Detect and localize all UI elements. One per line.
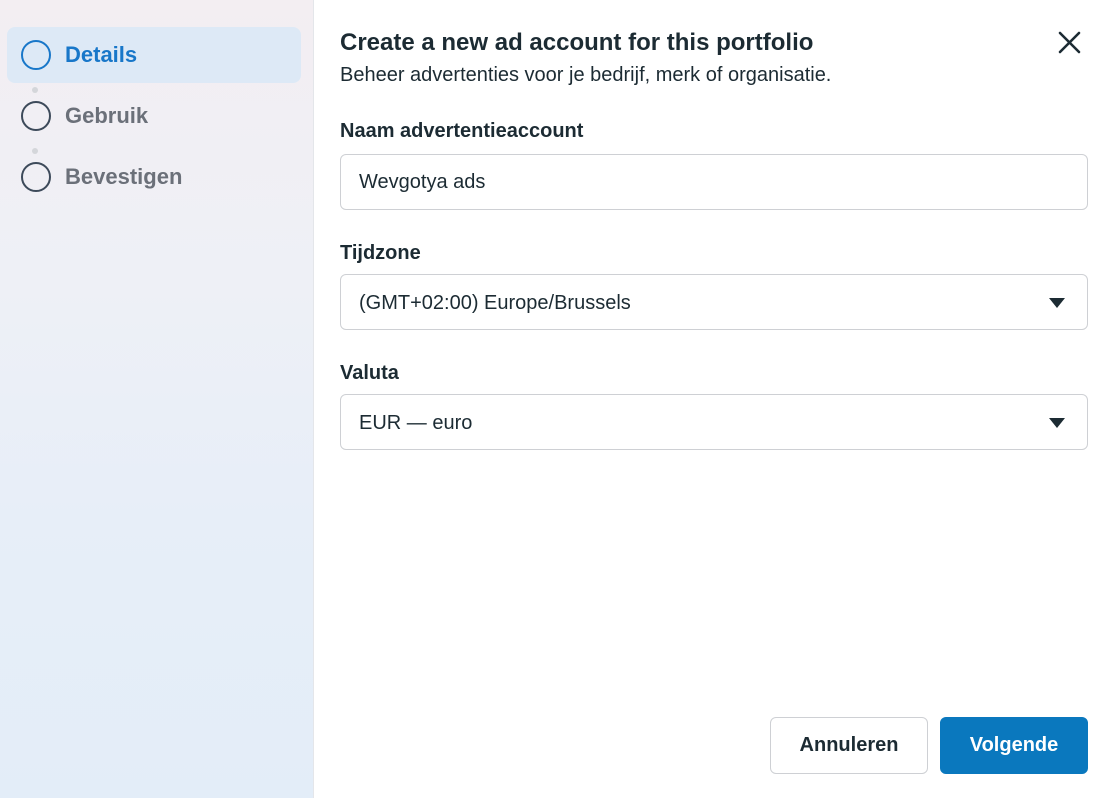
dialog-subtitle: Beheer advertenties voor je bedrijf, mer… [340,64,832,86]
timezone-select[interactable]: (GMT+02:00) Europe/Brussels [340,274,1088,330]
currency-label: Valuta [340,362,399,384]
next-button[interactable]: Volgende [940,717,1088,774]
timezone-label: Tijdzone [340,242,421,264]
step-label: Details [65,42,138,67]
caret-down-icon [1049,298,1065,308]
close-icon [1058,31,1081,54]
account-name-field-container [340,154,1088,210]
dialog-title: Create a new ad account for this portfol… [340,29,814,56]
currency-select[interactable]: EUR — euro [340,394,1088,450]
step-indicator-icon [21,40,51,70]
timezone-value: (GMT+02:00) Europe/Brussels [359,292,631,314]
account-name-label: Naam advertentieaccount [340,120,584,142]
close-button[interactable] [1050,24,1088,62]
account-name-input[interactable] [341,155,1087,209]
step-confirm[interactable]: Bevestigen [7,149,301,205]
dialog-window: Details Gebruik Bevestigen Create a new … [0,0,1116,798]
step-indicator-icon [21,162,51,192]
stepper-sidebar: Details Gebruik Bevestigen [0,0,314,798]
caret-down-icon [1049,418,1065,428]
step-label: Bevestigen [65,164,183,189]
cancel-button[interactable]: Annuleren [770,717,928,774]
step-label: Gebruik [65,103,149,128]
step-indicator-icon [21,101,51,131]
step-usage[interactable]: Gebruik [7,88,301,144]
currency-value: EUR — euro [359,412,473,434]
step-details[interactable]: Details [7,27,301,83]
